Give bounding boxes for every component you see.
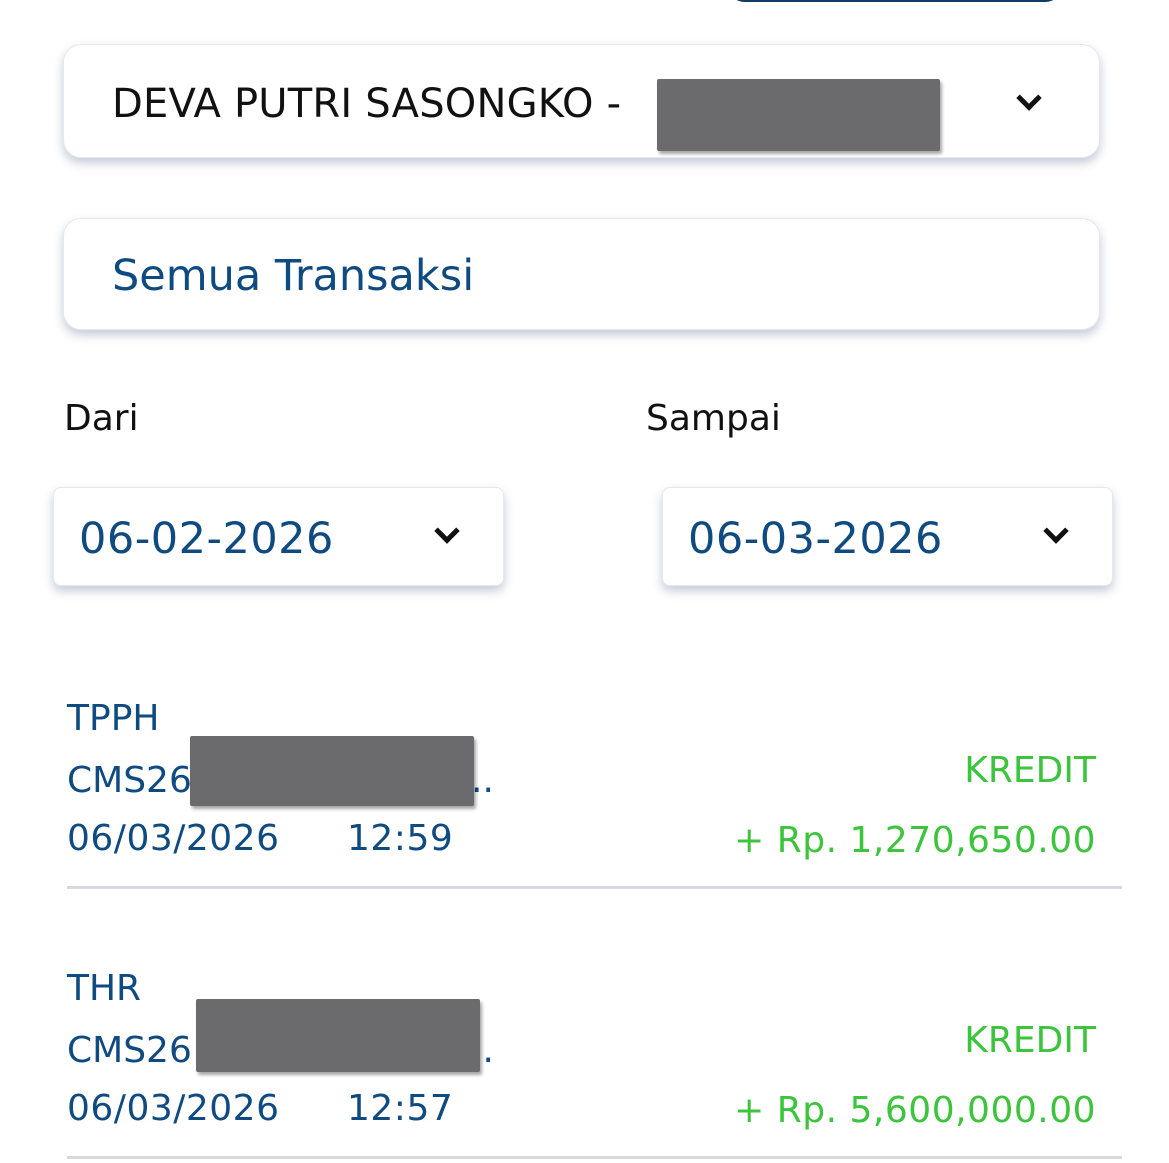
divider [67,1156,1122,1159]
transaction-code: THR [67,968,142,1009]
filter-label: Semua Transaksi [112,251,475,301]
from-date-value: 06-02-2026 [79,514,334,564]
transaction-type: KREDIT [964,750,1096,791]
chevron-down-icon[interactable] [1016,85,1042,111]
transaction-time: 12:59 [347,818,454,859]
redacted-reference [196,999,480,1072]
transaction-amount: + Rp. 1,270,650.00 [734,820,1096,861]
to-label: Sampai [646,398,781,439]
chevron-down-icon[interactable] [1043,518,1069,544]
transaction-date: 06/03/2026 [67,818,280,859]
account-name: DEVA PUTRI SASONGKO - [112,81,622,127]
transaction-type-filter[interactable]: Semua Transaksi [63,218,1100,330]
top-button-edge[interactable] [730,0,1060,2]
redacted-account-number [657,79,940,151]
transaction-item[interactable]: THR CMS26 .. 06/03/2026 12:57 KREDIT + R… [67,968,1122,1159]
from-label: Dari [64,398,139,439]
transaction-time: 12:57 [347,1088,454,1129]
transaction-item[interactable]: TPPH CMS26 .. 06/03/2026 12:59 KREDIT + … [67,698,1122,889]
transaction-reference-suffix: .. [471,760,494,801]
to-date-value: 06-03-2026 [688,514,943,564]
divider [67,886,1122,889]
from-date-picker[interactable]: 06-02-2026 [53,487,504,586]
account-selector[interactable]: DEVA PUTRI SASONGKO - [63,44,1100,158]
redacted-reference [190,736,474,806]
transaction-code: TPPH [67,698,160,739]
transaction-reference: CMS26 .. [67,1030,494,1071]
transaction-reference-prefix: CMS26 [67,760,192,801]
transaction-type: KREDIT [964,1020,1096,1061]
transaction-reference: CMS26 .. [67,760,494,801]
transaction-date: 06/03/2026 [67,1088,280,1129]
chevron-down-icon[interactable] [434,518,460,544]
to-date-picker[interactable]: 06-03-2026 [662,487,1113,586]
transaction-reference-prefix: CMS26 [67,1030,192,1071]
transaction-amount: + Rp. 5,600,000.00 [734,1090,1096,1131]
